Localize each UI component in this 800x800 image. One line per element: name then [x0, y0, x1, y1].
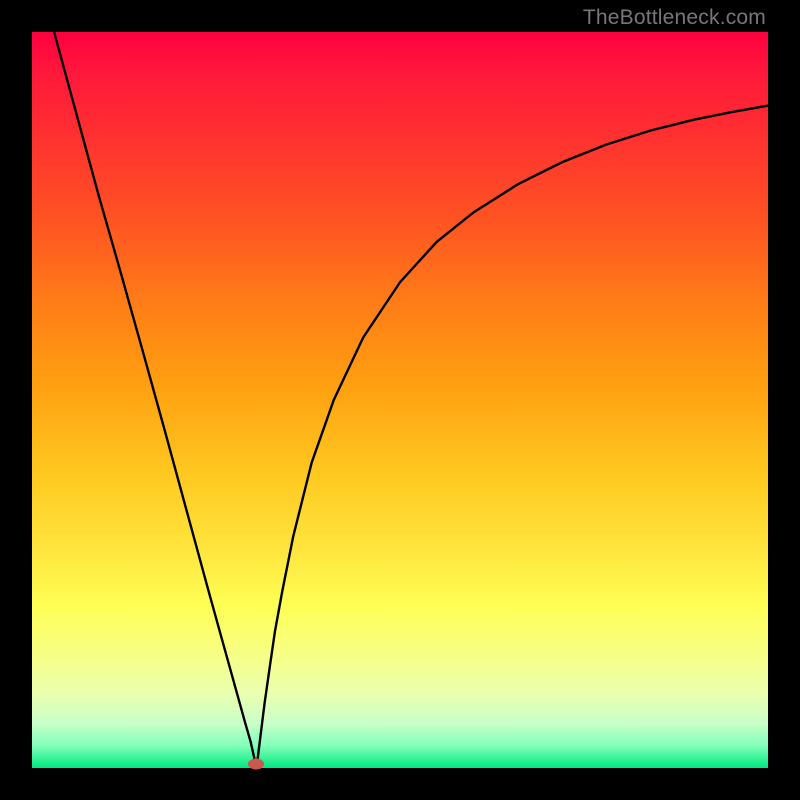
- watermark: TheBottleneck.com: [583, 6, 766, 30]
- plot-area: [32, 32, 768, 768]
- minimum-marker: [248, 759, 264, 770]
- chart-frame: TheBottleneck.com: [0, 0, 800, 800]
